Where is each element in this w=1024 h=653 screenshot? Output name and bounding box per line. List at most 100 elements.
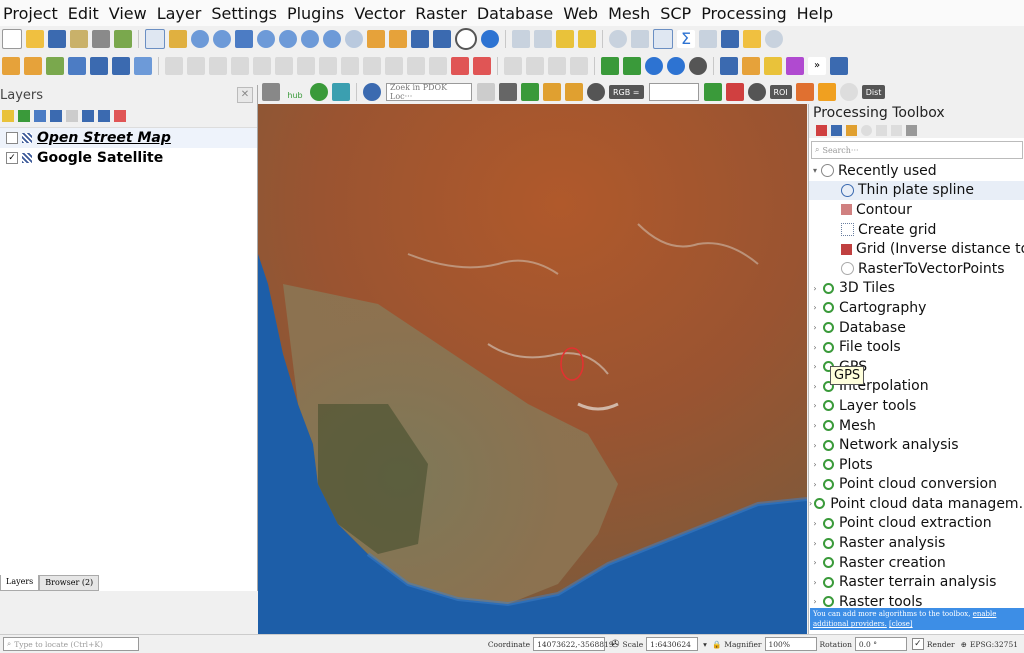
menu-layer[interactable]: Layer (154, 4, 209, 23)
ndvi-icon[interactable] (703, 83, 722, 101)
group-point-cloud-data-management[interactable]: › Point cloud data managem... (809, 494, 1024, 514)
dist-label[interactable]: Dist (861, 85, 886, 99)
delete-selected-icon[interactable] (275, 57, 293, 75)
advanced-digitize-icon[interactable] (473, 57, 491, 75)
chevron-right-icon[interactable]: › (809, 421, 821, 430)
settings-gear-icon[interactable] (653, 29, 673, 49)
copy-features-icon[interactable] (319, 57, 337, 75)
close-icon[interactable]: ✕ (237, 87, 253, 103)
map-tips-icon[interactable] (721, 30, 739, 48)
close-notice-link[interactable]: [close] (889, 620, 913, 628)
chevron-right-icon[interactable]: › (809, 382, 821, 391)
gps-icon[interactable] (689, 57, 707, 75)
zoom-next-icon[interactable] (345, 30, 363, 48)
scale-field[interactable]: 1:6430624 (646, 637, 699, 651)
paste-features-icon[interactable] (341, 57, 359, 75)
chevron-right-icon[interactable]: › (809, 343, 821, 352)
sum-icon[interactable]: Σ (677, 30, 695, 48)
chevron-right-icon[interactable]: › (809, 401, 821, 410)
group-layer-tools[interactable]: › Layer tools (809, 396, 1024, 416)
chevron-right-icon[interactable]: › (809, 539, 821, 548)
zoom-in-icon[interactable] (191, 30, 209, 48)
group-point-cloud-extraction[interactable]: › Point cloud extraction (809, 514, 1024, 534)
undo-icon[interactable] (363, 57, 381, 75)
filter-icon[interactable] (50, 110, 62, 122)
crest-icon[interactable] (262, 83, 280, 101)
menu-database[interactable]: Database (474, 4, 560, 23)
vertex-tool-icon[interactable] (231, 57, 249, 75)
add-vector-layer-icon[interactable] (24, 57, 42, 75)
menu-raster[interactable]: Raster (412, 4, 474, 23)
chevron-right-icon[interactable]: › (809, 284, 821, 293)
refresh-scp-icon[interactable] (521, 83, 539, 101)
clear-search-icon[interactable] (477, 83, 495, 101)
print-layout-icon[interactable] (92, 30, 110, 48)
collapse-all-icon[interactable] (98, 110, 110, 122)
python-console-icon[interactable] (720, 57, 738, 75)
rgb-select[interactable] (648, 83, 699, 101)
pin-labels-icon[interactable] (429, 57, 447, 75)
tab-browser[interactable]: Browser (2) (39, 575, 100, 591)
chevron-right-icon[interactable]: › (809, 597, 821, 606)
zoom-layer-icon[interactable] (279, 30, 297, 48)
temporal-controller-icon[interactable] (455, 28, 477, 50)
globe-search-icon[interactable] (667, 57, 685, 75)
show-hide-labels-icon[interactable] (548, 57, 566, 75)
eye-icon[interactable] (34, 110, 46, 122)
snapping-icon[interactable] (451, 57, 469, 75)
save-project-icon[interactable] (48, 30, 66, 48)
pdok-search-input[interactable]: Zoek in PDOK Loc··· (386, 83, 472, 101)
rotate-label-icon[interactable] (504, 57, 522, 75)
crs-globe-icon[interactable]: ⊕ (961, 640, 967, 649)
chevron-right-icon[interactable]: › (809, 558, 821, 567)
lock-icon[interactable]: 🔒 (712, 640, 721, 649)
rotation-field[interactable]: 0.0 ° (854, 637, 907, 651)
group-network-analysis[interactable]: › Network analysis (809, 435, 1024, 455)
style-icon[interactable] (2, 110, 14, 122)
group-raster-creation[interactable]: › Raster creation (809, 553, 1024, 573)
new-map-view-icon[interactable] (367, 30, 385, 48)
toggle-editing-icon[interactable] (165, 57, 183, 75)
move-feature-icon[interactable] (253, 57, 271, 75)
text-annotation-icon[interactable] (743, 30, 761, 48)
share-icon[interactable] (310, 83, 328, 101)
statistics-icon[interactable] (631, 30, 649, 48)
zoom-out-icon[interactable] (213, 30, 231, 48)
save-as-icon[interactable] (70, 30, 88, 48)
zoom-last-icon[interactable] (323, 30, 341, 48)
group-file-tools[interactable]: › File tools (809, 337, 1024, 357)
group-plots[interactable]: › Plots (809, 455, 1024, 475)
locator-input[interactable]: ⌕ Type to locate (Ctrl+K) (3, 637, 139, 651)
menu-web[interactable]: Web (560, 4, 605, 23)
roi-pointer-icon[interactable] (747, 83, 766, 101)
menu-settings[interactable]: Settings (208, 4, 284, 23)
move-diagram-icon[interactable] (570, 57, 588, 75)
chevron-right-icon[interactable]: › (809, 362, 821, 371)
zoom-native-icon[interactable] (301, 30, 319, 48)
add-wms-icon[interactable] (90, 57, 108, 75)
measure-icon[interactable] (609, 30, 627, 48)
menu-scp[interactable]: SCP (657, 4, 698, 23)
add-raster-layer-icon[interactable] (46, 57, 64, 75)
hub-button[interactable]: hub (284, 83, 306, 101)
select-features-icon[interactable] (556, 30, 574, 48)
crs-label[interactable]: EPSG:32751 (970, 640, 1018, 649)
expand-all-icon[interactable] (82, 110, 94, 122)
group-point-cloud-conversion[interactable]: › Point cloud conversion (809, 475, 1024, 495)
globe-icon[interactable] (645, 57, 663, 75)
menu-mesh[interactable]: Mesh (605, 4, 657, 23)
chevron-right-icon[interactable]: › (809, 303, 821, 312)
save-edits-icon[interactable] (187, 57, 205, 75)
triangle-icon[interactable] (623, 57, 641, 75)
copy-window-icon[interactable] (332, 83, 350, 101)
show-bookmarks-icon[interactable] (433, 30, 451, 48)
layer-row-google-satellite[interactable]: ✓ Google Satellite (0, 148, 257, 168)
menu-vector[interactable]: Vector (351, 4, 412, 23)
add-group-icon[interactable] (18, 110, 30, 122)
label-tool-icon[interactable] (407, 57, 425, 75)
tree-recently-used[interactable]: ▾ Recently used (809, 161, 1024, 181)
recent-create-grid[interactable]: Create grid (809, 220, 1024, 240)
menu-edit[interactable]: Edit (65, 4, 106, 23)
layer-row-open-street-map[interactable]: Open Street Map (0, 128, 257, 148)
add-mesh-icon[interactable] (134, 57, 152, 75)
